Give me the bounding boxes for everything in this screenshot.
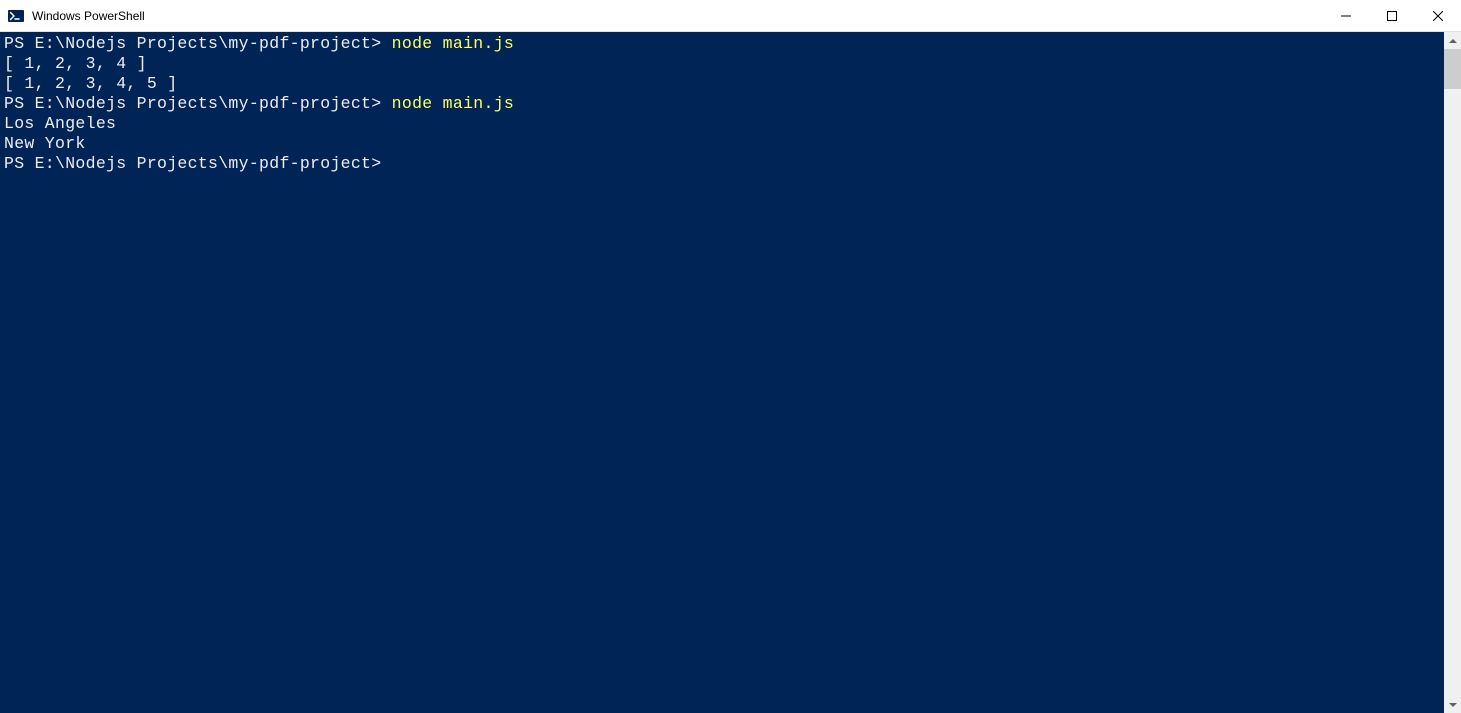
prompt: PS E:\Nodejs Projects\my-pdf-project> <box>4 34 392 53</box>
output-line: New York <box>4 134 86 153</box>
scrollbar-up-button[interactable] <box>1444 32 1461 49</box>
minimize-button[interactable] <box>1323 0 1369 31</box>
prompt: PS E:\Nodejs Projects\my-pdf-project> <box>4 154 381 173</box>
maximize-button[interactable] <box>1369 0 1415 31</box>
command: node main.js <box>392 34 514 53</box>
output-line: [ 1, 2, 3, 4 ] <box>4 54 147 73</box>
scrollbar-down-button[interactable] <box>1444 696 1461 713</box>
vertical-scrollbar[interactable] <box>1444 32 1461 713</box>
output-line: Los Angeles <box>4 114 116 133</box>
output-line: [ 1, 2, 3, 4, 5 ] <box>4 74 177 93</box>
close-button[interactable] <box>1415 0 1461 31</box>
scrollbar-track[interactable] <box>1444 49 1461 696</box>
window-titlebar: Windows PowerShell <box>0 0 1461 32</box>
prompt: PS E:\Nodejs Projects\my-pdf-project> <box>4 94 392 113</box>
command: node main.js <box>392 94 514 113</box>
window-title: Windows PowerShell <box>32 9 1323 23</box>
window-controls <box>1323 0 1461 31</box>
terminal-output[interactable]: PS E:\Nodejs Projects\my-pdf-project> no… <box>0 32 1444 713</box>
powershell-icon <box>8 8 24 24</box>
terminal-container: PS E:\Nodejs Projects\my-pdf-project> no… <box>0 32 1461 713</box>
scrollbar-thumb[interactable] <box>1444 49 1461 89</box>
